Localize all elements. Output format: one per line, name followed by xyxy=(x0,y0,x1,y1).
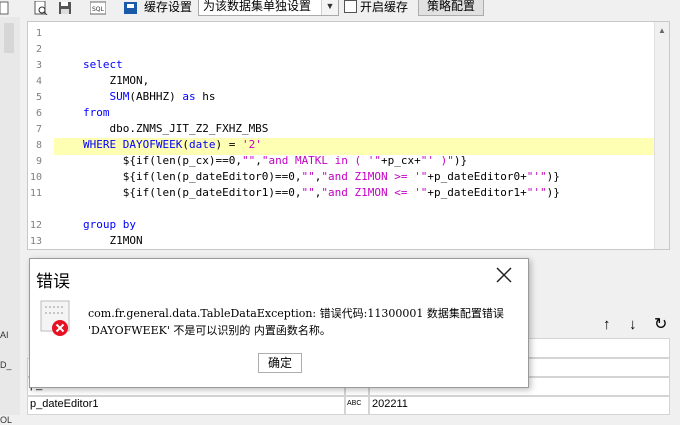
code-line[interactable]: from xyxy=(83,106,110,119)
code-line[interactable]: group by xyxy=(83,218,136,231)
cache-settings-icon[interactable] xyxy=(124,1,138,15)
line-number: 11 xyxy=(29,188,42,199)
line-number: 3 xyxy=(35,60,42,71)
move-down-icon[interactable]: ↓ xyxy=(629,316,637,333)
line-number: 2 xyxy=(35,44,42,55)
editor-vertical-scrollbar[interactable]: ▲ xyxy=(654,22,669,249)
line-number: 10 xyxy=(29,172,42,183)
line-number: 7 xyxy=(35,124,42,135)
chevron-down-icon[interactable]: ▼ xyxy=(321,0,338,15)
line-number: 12 xyxy=(29,220,42,231)
left-scroll-thumb[interactable] xyxy=(4,23,14,53)
enable-cache-checkbox[interactable] xyxy=(344,0,357,13)
error-message-line1: com.fr.general.data.TableDataException: … xyxy=(88,307,504,320)
sql-editor[interactable]: 1 2 3 4 5 6 7 8 9 10 11 12 13 select Z1MON, SUM(ABHH… xyxy=(27,21,670,250)
param-type-icon[interactable]: ABC xyxy=(345,396,369,415)
left-edge-text: D_ xyxy=(0,360,12,370)
code-line[interactable]: SUM(ABHHZ) as hs xyxy=(83,90,216,103)
left-panel-edge: AI D_ OL xyxy=(0,17,20,425)
preview-icon[interactable] xyxy=(34,0,48,16)
left-edge-text: OL xyxy=(0,415,13,425)
code-line[interactable]: Z1MON xyxy=(83,234,142,247)
line-number: 4 xyxy=(35,76,42,87)
line-number: 8 xyxy=(35,140,42,151)
code-line[interactable]: ${if(len(p_dateEditor0)==0,"","and Z1MON… xyxy=(83,170,560,183)
line-number: 9 xyxy=(35,156,42,167)
enable-cache-label[interactable]: 开启缓存 xyxy=(360,0,408,15)
code-line[interactable]: select xyxy=(83,58,123,71)
error-icon xyxy=(40,299,74,339)
code-line[interactable]: ${if(len(p_cx)==0,"","and MATKL in ( '"+… xyxy=(83,154,467,167)
move-up-icon[interactable]: ↑ xyxy=(603,316,611,333)
close-icon[interactable] xyxy=(495,266,513,284)
cache-settings-label[interactable]: 缓存设置 xyxy=(144,0,192,15)
code-line[interactable]: dbo.ZNMS_JIT_Z2_FXHZ_MBS xyxy=(83,122,268,135)
cache-mode-select[interactable]: 为该数据集单独设置 ▼ xyxy=(198,0,339,16)
line-number: 1 xyxy=(35,28,42,39)
refresh-icon[interactable]: ↻ xyxy=(654,314,667,334)
error-message-line2: 'DAYOFWEEK' 不是可以识别的 内置函数名称。 xyxy=(88,324,331,337)
strategy-config-button[interactable]: 策略配置 xyxy=(418,0,484,16)
ok-button[interactable]: 确定 xyxy=(258,353,302,373)
line-number: 13 xyxy=(29,236,42,247)
line-number-gutter: 1 2 3 4 5 6 7 8 9 10 11 12 13 xyxy=(28,22,54,249)
scroll-up-arrow-icon[interactable]: ▲ xyxy=(658,26,666,35)
partial-toolbar-icon[interactable] xyxy=(0,1,14,15)
param-value-cell[interactable]: 202211 xyxy=(369,396,670,415)
sql-icon[interactable]: SQL xyxy=(89,1,107,15)
code-line[interactable]: WHERE DAYOFWEEK(date) = '2' xyxy=(83,138,262,151)
line-number: 5 xyxy=(35,92,42,103)
error-message: com.fr.general.data.TableDataException: … xyxy=(88,305,528,339)
code-line[interactable]: ${if(len(p_dateEditor1)==0,"","and Z1MON… xyxy=(83,186,560,199)
save-icon[interactable] xyxy=(58,1,72,15)
sql-icon-text: SQL xyxy=(92,6,105,13)
cache-mode-value: 为该数据集单独设置 xyxy=(203,0,312,13)
dialog-title: 错误 xyxy=(36,272,70,291)
toolbar: SQL 缓存设置 为该数据集单独设置 ▼ 开启缓存 策略配置 xyxy=(0,0,680,17)
param-name-cell[interactable]: p_dateEditor1 xyxy=(27,396,345,415)
line-number: 6 xyxy=(35,108,42,119)
left-edge-text: AI xyxy=(0,330,9,340)
error-dialog: 错误 com.fr.general.data.TableDataExceptio… xyxy=(29,258,529,388)
code-line[interactable]: Z1MON, xyxy=(83,74,149,87)
